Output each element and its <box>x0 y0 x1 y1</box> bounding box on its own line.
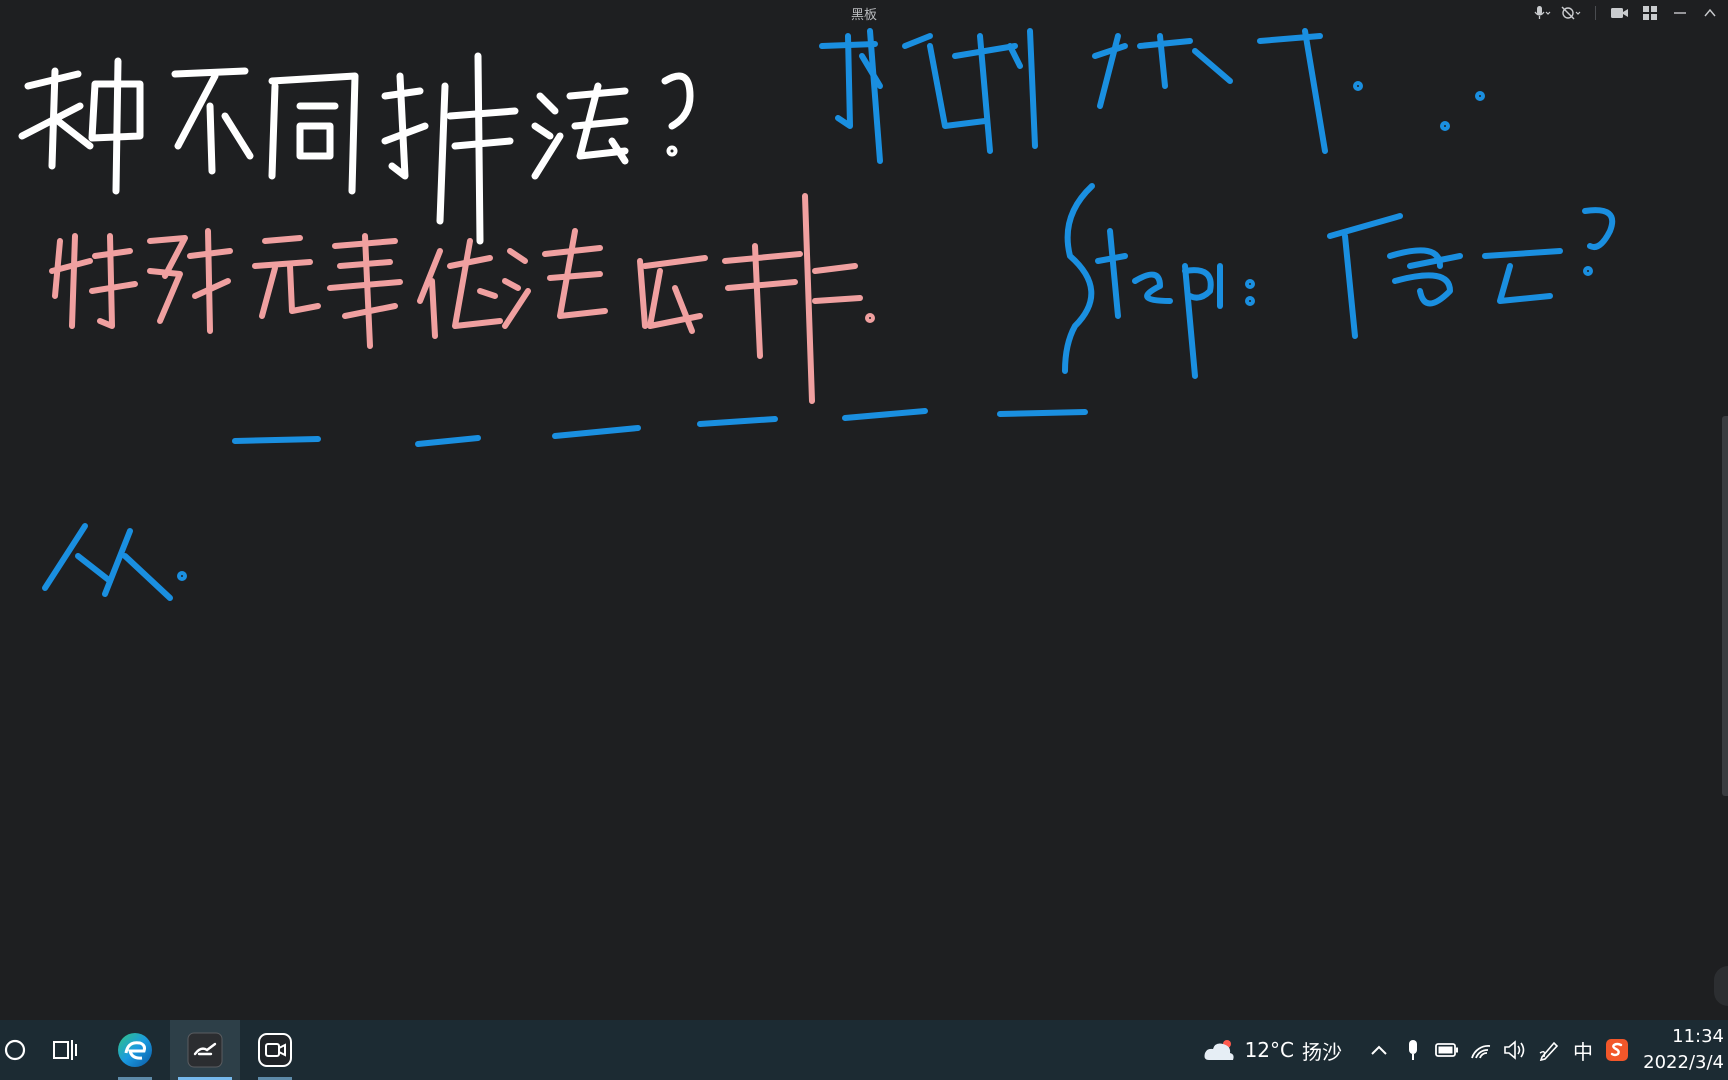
blackboard-taskbar-button[interactable] <box>170 1020 240 1080</box>
minimize-icon[interactable] <box>1668 2 1692 24</box>
clock-time: 11:34 <box>1672 1026 1724 1047</box>
video-meeting-icon <box>258 1033 292 1067</box>
collapse-icon[interactable] <box>1698 2 1722 24</box>
task-view-button[interactable] <box>30 1020 100 1080</box>
window-controls <box>1529 0 1728 26</box>
side-panel-handle[interactable] <box>1714 966 1728 1006</box>
window-title: 黑板 <box>850 7 877 23</box>
input-method-button[interactable]: 中 <box>1566 1020 1600 1080</box>
system-clock[interactable]: 11:34 2022/3/4 <box>1634 1024 1728 1076</box>
weather-temperature: 12°C <box>1244 1038 1294 1062</box>
microphone-icon <box>1409 1040 1417 1060</box>
battery-button[interactable] <box>1430 1020 1464 1080</box>
chevron-up-icon <box>1371 1045 1387 1055</box>
microphone-icon[interactable] <box>1529 2 1553 24</box>
grid-layout-icon[interactable] <box>1638 2 1662 24</box>
sogou-ime-button[interactable] <box>1600 1020 1634 1080</box>
title-bar: 黑板 <box>0 0 1728 26</box>
pen-icon <box>1539 1041 1559 1061</box>
taskbar: 12°C 扬沙 中 11:34 2022/3/4 <box>0 1020 1728 1080</box>
vertical-scrollbar[interactable] <box>1722 416 1728 796</box>
meeting-taskbar-button[interactable] <box>240 1020 310 1080</box>
blank-slots <box>232 408 1088 447</box>
blackboard-window: 黑板 <box>0 0 1728 1020</box>
show-hidden-icons-button[interactable] <box>1362 1020 1396 1080</box>
handwriting-blue-step <box>1062 183 1616 379</box>
microphone-tray-button[interactable] <box>1396 1020 1430 1080</box>
battery-icon <box>1435 1043 1458 1057</box>
camera-off-icon[interactable] <box>1559 2 1583 24</box>
weather-location: 扬沙 <box>1302 1039 1342 1064</box>
sogou-icon <box>1606 1039 1628 1061</box>
network-button[interactable] <box>1464 1020 1498 1080</box>
handwriting-pink <box>49 193 875 404</box>
speaker-icon <box>1504 1040 1525 1060</box>
handwriting-blue-top <box>819 28 1485 164</box>
controls-divider <box>1595 6 1596 20</box>
blackboard-app-icon <box>187 1032 223 1068</box>
edge-taskbar-button[interactable] <box>100 1020 170 1080</box>
handwriting-white <box>18 52 694 245</box>
handwriting-layer <box>18 28 1616 601</box>
clock-date: 2022/3/4 <box>1643 1052 1724 1073</box>
volume-button[interactable] <box>1498 1020 1532 1080</box>
search-icon <box>4 1039 26 1061</box>
search-button[interactable] <box>0 1020 30 1080</box>
handwriting-blue-cong <box>42 523 187 601</box>
pen-menu-button[interactable] <box>1532 1020 1566 1080</box>
wifi-icon <box>1471 1045 1491 1059</box>
taskbar-apps <box>0 1020 310 1080</box>
cloud-weather-icon <box>1204 1040 1234 1060</box>
system-tray: 12°C 扬沙 中 11:34 2022/3/4 <box>1203 1020 1728 1080</box>
blackboard-canvas[interactable] <box>0 26 1728 1020</box>
weather-widget[interactable]: 12°C 扬沙 <box>1203 1036 1342 1065</box>
video-icon[interactable] <box>1608 2 1632 24</box>
edge-icon <box>118 1033 152 1067</box>
ime-indicator: 中 <box>1573 1039 1593 1064</box>
task-view-icon <box>53 1040 77 1060</box>
